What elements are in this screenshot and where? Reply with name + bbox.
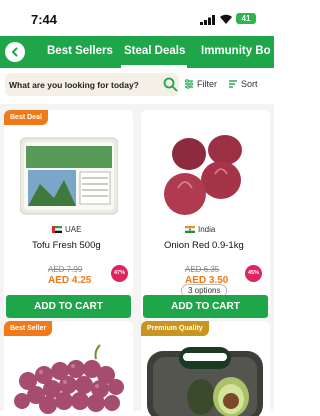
battery-level: 41 xyxy=(241,14,251,23)
origin: India xyxy=(185,225,215,234)
product-card-avocado[interactable]: Premium Quality xyxy=(141,321,270,416)
product-card-onion[interactable]: India Onion Red 0.9-1kg AED 6.35 AED 3.5… xyxy=(141,110,270,318)
uae-flag-icon xyxy=(52,226,62,233)
origin-label: UAE xyxy=(65,225,82,234)
search-icon[interactable] xyxy=(163,77,178,92)
add-to-cart-button[interactable]: ADD TO CART xyxy=(143,295,268,318)
search-row: What are you looking for today? Filter S… xyxy=(0,68,274,104)
signal-icon xyxy=(200,15,215,25)
discount-badge: 45% xyxy=(245,265,262,282)
original-price: AED 7.99 xyxy=(48,265,83,274)
wifi-icon xyxy=(220,14,232,24)
sort-button[interactable]: Sort xyxy=(228,79,258,89)
product-image-tofu[interactable] xyxy=(20,134,118,216)
origin: UAE xyxy=(52,225,81,234)
add-to-cart-button[interactable]: ADD TO CART xyxy=(6,295,131,318)
status-bar: 7:44 41 xyxy=(0,0,274,36)
product-name: Tofu Fresh 500g xyxy=(32,240,101,251)
discount-value: 45% xyxy=(247,270,259,276)
clock: 7:44 xyxy=(31,12,58,27)
filter-icon xyxy=(185,79,193,89)
discount-badge: 47% xyxy=(111,265,128,282)
tab-steal-deals[interactable]: Steal Deals xyxy=(124,45,185,57)
search-placeholder: What are you looking for today? xyxy=(9,80,139,90)
filter-button[interactable]: Filter xyxy=(184,79,217,89)
back-button[interactable] xyxy=(5,42,25,62)
india-flag-icon xyxy=(185,226,195,233)
tab-best-sellers[interactable]: Best Sellers xyxy=(47,45,113,57)
best-deal-badge: Best Deal xyxy=(4,110,48,125)
product-grid: Best Deal UAE Tofu Fresh 500g AED 7.99 A… xyxy=(0,104,274,416)
tab-immunity-boosters[interactable]: Immunity Bo xyxy=(201,45,271,57)
product-card-tofu[interactable]: Best Deal UAE Tofu Fresh 500g AED 7.99 A… xyxy=(4,110,133,318)
search-input[interactable]: What are you looking for today? xyxy=(5,73,179,96)
sale-price: AED 4.25 xyxy=(48,275,92,286)
product-name: Onion Red 0.9-1kg xyxy=(164,240,244,251)
product-image-grapes[interactable] xyxy=(8,341,128,416)
filter-label: Filter xyxy=(197,79,217,89)
chevron-left-icon xyxy=(11,47,18,57)
product-card-grapes[interactable]: Best Seller xyxy=(4,321,133,416)
battery-icon: 41 xyxy=(236,13,256,24)
discount-value: 47% xyxy=(113,270,125,276)
product-image-onion[interactable] xyxy=(159,132,251,218)
best-seller-badge: Best Seller xyxy=(4,321,53,336)
original-price: AED 6.35 xyxy=(185,265,220,274)
origin-label: India xyxy=(198,225,216,234)
sort-label: Sort xyxy=(241,79,258,89)
product-image-avocado[interactable] xyxy=(145,341,265,416)
premium-quality-badge: Premium Quality xyxy=(141,321,209,336)
sort-icon xyxy=(229,80,237,88)
category-tabs: Best Sellers Steal Deals Immunity Bo xyxy=(0,36,274,68)
